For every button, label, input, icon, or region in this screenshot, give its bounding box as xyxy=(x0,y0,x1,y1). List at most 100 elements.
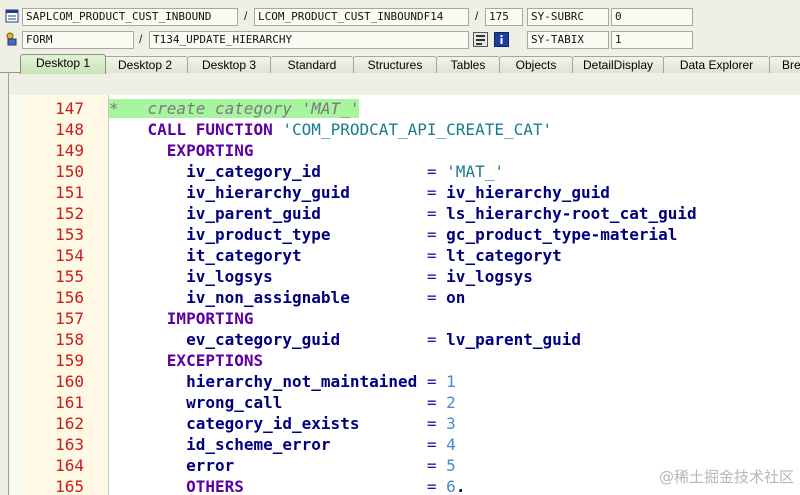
line-number: 150 xyxy=(55,162,84,181)
display-list-icon[interactable] xyxy=(473,32,488,47)
line-number: 160 xyxy=(55,372,84,391)
event-type-field[interactable]: FORM xyxy=(22,31,134,49)
code-token: IMPORTING xyxy=(166,309,254,328)
code-token: EXPORTING xyxy=(166,141,254,160)
tab-objects[interactable]: Objects xyxy=(499,56,573,73)
panel-border xyxy=(8,72,9,495)
tab-breakpoints[interactable]: Bre xyxy=(769,56,800,73)
tab-detail-display[interactable]: DetailDisplay xyxy=(572,56,664,73)
system-variable-value-field[interactable]: 1 xyxy=(611,31,693,49)
line-number: 162 xyxy=(55,414,84,433)
code-line[interactable]: 156 iv_non_assignable = on xyxy=(10,287,800,308)
code-token: = xyxy=(426,330,437,349)
code-token: = xyxy=(426,204,437,223)
code-line[interactable]: 159 EXCEPTIONS xyxy=(10,350,800,371)
code-token: 4 xyxy=(446,435,456,454)
code-token: iv_category_id xyxy=(186,162,321,181)
source-code-editor[interactable]: 147 * create category 'MAT_' 148 CALL FUNC… xyxy=(10,95,800,495)
tab-data-explorer[interactable]: Data Explorer xyxy=(663,56,770,73)
code-token: = xyxy=(426,162,437,181)
code-text: hierarchy_not_maintained = 1 xyxy=(109,371,456,392)
line-number: 152 xyxy=(55,204,84,223)
line-number: 147 xyxy=(55,99,84,118)
program-name-field[interactable]: SAPLCOM_PRODUCT_CUST_INBOUND xyxy=(22,8,238,26)
code-line[interactable]: 155 iv_logsys = iv_logsys xyxy=(10,266,800,287)
system-variable-value-field[interactable]: 0 xyxy=(611,8,693,26)
code-line[interactable]: 162 category_id_exists = 3 xyxy=(10,413,800,434)
separator: / xyxy=(475,9,479,23)
code-token: CALL FUNCTION xyxy=(147,120,273,139)
code-token: category_id_exists xyxy=(186,414,360,433)
line-number: 155 xyxy=(55,267,84,286)
code-line[interactable]: 154 it_categoryt = lt_categoryt xyxy=(10,245,800,266)
system-variable-name-field[interactable]: SY-TABIX xyxy=(527,31,609,49)
line-number-field[interactable]: 175 xyxy=(485,8,523,26)
code-token: 6 xyxy=(446,477,456,495)
tab-desktop-2[interactable]: Desktop 2 xyxy=(102,56,188,73)
code-token: iv_non_assignable xyxy=(186,288,350,307)
code-token: = xyxy=(426,393,437,412)
code-token: = xyxy=(426,414,437,433)
debugger-desktop-tabs: Desktop 1 Desktop 2 Desktop 3 Standard S… xyxy=(0,52,800,74)
code-line[interactable]: 148 CALL FUNCTION 'COM_PRODCAT_API_CREAT… xyxy=(10,119,800,140)
code-token: iv_product_type xyxy=(186,225,331,244)
code-token: . xyxy=(455,477,466,495)
code-line[interactable]: 163 id_scheme_error = 4 xyxy=(10,434,800,455)
include-name-field[interactable]: LCOM_PRODUCT_CUST_INBOUNDF14 xyxy=(254,8,469,26)
debug-field-row-program: SAPLCOM_PRODUCT_CUST_INBOUND / LCOM_PROD… xyxy=(0,7,800,29)
code-token: lt_categoryt xyxy=(446,246,562,265)
code-line[interactable]: 157 IMPORTING xyxy=(10,308,800,329)
line-number: 157 xyxy=(55,309,84,328)
code-line[interactable]: 150 iv_category_id = 'MAT_' xyxy=(10,161,800,182)
code-line[interactable]: 158 ev_category_guid = lv_parent_guid xyxy=(10,329,800,350)
code-line[interactable]: 147 * create category 'MAT_' xyxy=(10,98,800,119)
tab-standard[interactable]: Standard xyxy=(270,56,354,73)
code-line[interactable]: 149 EXPORTING xyxy=(10,140,800,161)
system-variable-name-field[interactable]: SY-SUBRC xyxy=(527,8,609,26)
code-line[interactable]: 152 iv_parent_guid = ls_hierarchy-root_c… xyxy=(10,203,800,224)
code-token: = xyxy=(426,246,437,265)
code-line[interactable]: 160 hierarchy_not_maintained = 1 xyxy=(10,371,800,392)
code-token: 2 xyxy=(446,393,456,412)
line-number: 156 xyxy=(55,288,84,307)
line-number: 149 xyxy=(55,141,84,160)
code-line[interactable]: 161 wrong_call = 2 xyxy=(10,392,800,413)
debug-field-row-event: FORM / T134_UPDATE_HIERARCHY SY-TABIX 1 xyxy=(0,30,800,52)
tab-desktop-3[interactable]: Desktop 3 xyxy=(187,56,271,73)
code-line[interactable]: 151 iv_hierarchy_guid = iv_hierarchy_gui… xyxy=(10,182,800,203)
event-name-field[interactable]: T134_UPDATE_HIERARCHY xyxy=(149,31,469,49)
line-number: 148 xyxy=(55,120,84,139)
code-token: OTHERS xyxy=(186,477,244,495)
tab-desktop-1[interactable]: Desktop 1 xyxy=(20,54,106,74)
code-token: wrong_call xyxy=(186,393,283,412)
code-text: IMPORTING xyxy=(109,308,254,329)
code-line[interactable]: 153 iv_product_type = gc_product_type-ma… xyxy=(10,224,800,245)
tab-tables[interactable]: Tables xyxy=(436,56,500,73)
tab-structures[interactable]: Structures xyxy=(353,56,437,73)
code-token: 1 xyxy=(446,372,456,391)
code-text: id_scheme_error = 4 xyxy=(109,434,456,455)
info-icon[interactable] xyxy=(494,32,509,47)
code-token: iv_hierarchy_guid xyxy=(446,183,610,202)
code-token: EXCEPTIONS xyxy=(166,351,264,370)
